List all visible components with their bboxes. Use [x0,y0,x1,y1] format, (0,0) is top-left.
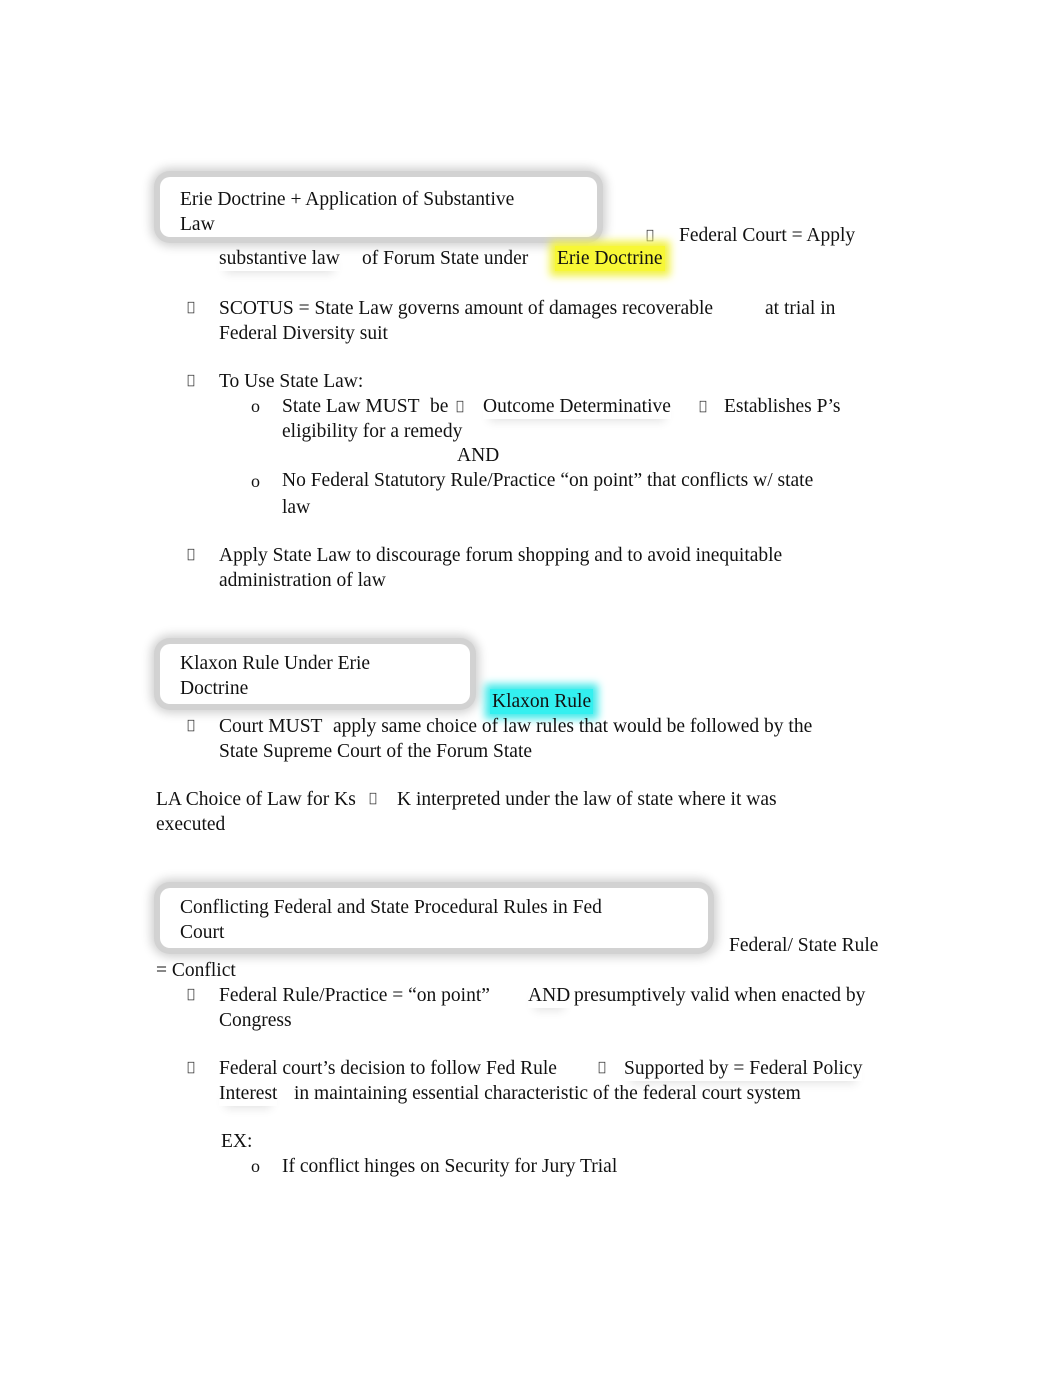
list-item-text-and: AND [528,985,571,1006]
arrow-bullet-icon:  [187,987,195,1002]
heading-line: Klaxon Rule Under Erie [180,653,371,674]
list-item-text: To Use State Law: [219,371,364,392]
heading-line: Doctrine [180,678,249,699]
intro-text: Federal/ State Rule [729,935,879,956]
list-item-text: Federal court’s decision to follow Fed R… [219,1058,557,1079]
note-text: K interpreted under the law of state whe… [397,789,777,810]
list-item-text: at trial in [765,298,836,319]
sub-item-text: State Law MUST [282,396,420,417]
section-heading-klaxon: Klaxon Rule Under Erie Doctrine [180,651,370,701]
sub-item-text: law [282,497,311,518]
sub-item-text: eligibility for a remedy [282,421,463,442]
list-item-text: apply same choice of law rules that woul… [333,716,813,737]
sub-item-text-outcome-determinative: Outcome Determinative [483,396,671,417]
section-heading-erie: Erie Doctrine + Application of Substanti… [180,187,514,237]
intro-text: = Conflict [156,960,236,981]
sub-item-text: be [430,396,449,417]
list-item-text: Federal Rule/Practice = “on point” [219,985,490,1006]
arrow-bullet-icon:  [187,718,195,733]
list-item-text: administration of law [219,570,386,591]
list-item-text: presumptively valid when enacted by [574,985,866,1006]
arrow-icon:  [456,399,464,414]
heading-line: Conflicting Federal and State Procedural… [180,897,602,918]
arrow-bullet-icon:  [187,300,195,315]
intro-text: of Forum State under [362,248,529,269]
section-heading-box-klaxon: Klaxon Rule Under Erie Doctrine [160,644,470,704]
example-text: If conflict hinges on Security for Jury … [282,1156,618,1177]
sub-bullet-marker: o [251,471,260,491]
sub-item-text: Establishes P’s [724,396,841,417]
note-text: LA Choice of Law for Ks [156,789,356,810]
heading-line: Court [180,922,225,943]
list-item-text-federal-policy: Supported by = Federal Policy [624,1058,863,1079]
arrow-icon:  [369,791,377,806]
highlight-klaxon-rule: Klaxon Rule [490,689,594,714]
intro-text-substantive-law: substantive law [219,248,340,269]
example-label: EX: [221,1131,253,1152]
highlight-erie-doctrine: Erie Doctrine [555,246,665,271]
arrow-icon:  [699,399,707,414]
sub-bullet-marker: o [251,396,260,416]
note-text: executed [156,814,226,835]
list-item-text: Apply State Law to discourage forum shop… [219,545,783,566]
arrow-icon:  [598,1060,606,1075]
arrow-bullet-icon:  [187,547,195,562]
section-heading-conflicting-rules: Conflicting Federal and State Procedural… [180,895,602,945]
section-heading-box-erie: Erie Doctrine + Application of Substanti… [160,177,597,237]
list-item-text: State Supreme Court of the Forum State [219,741,533,762]
section-heading-box-conflicting-rules: Conflicting Federal and State Procedural… [160,888,708,948]
arrow-bullet-icon:  [646,228,654,243]
connector-and: AND [457,445,500,466]
arrow-bullet-icon:  [187,373,195,388]
list-item-text: Congress [219,1010,292,1031]
sub-bullet-marker: o [251,1156,260,1176]
list-item-text: in maintaining essential characteristic … [294,1083,801,1104]
heading-line: Law [180,214,215,235]
arrow-bullet-icon:  [187,1060,195,1075]
list-item-text-interest: Interest [219,1083,278,1104]
list-item-text: Court MUST [219,716,323,737]
heading-line: Erie Doctrine + Application of Substanti… [180,189,515,210]
list-item-text: Federal Diversity suit [219,323,388,344]
sub-item-text: No Federal Statutory Rule/Practice “on p… [282,470,814,491]
intro-text: Federal Court = Apply [679,225,856,246]
list-item-text: SCOTUS = State Law governs amount of dam… [219,298,714,319]
